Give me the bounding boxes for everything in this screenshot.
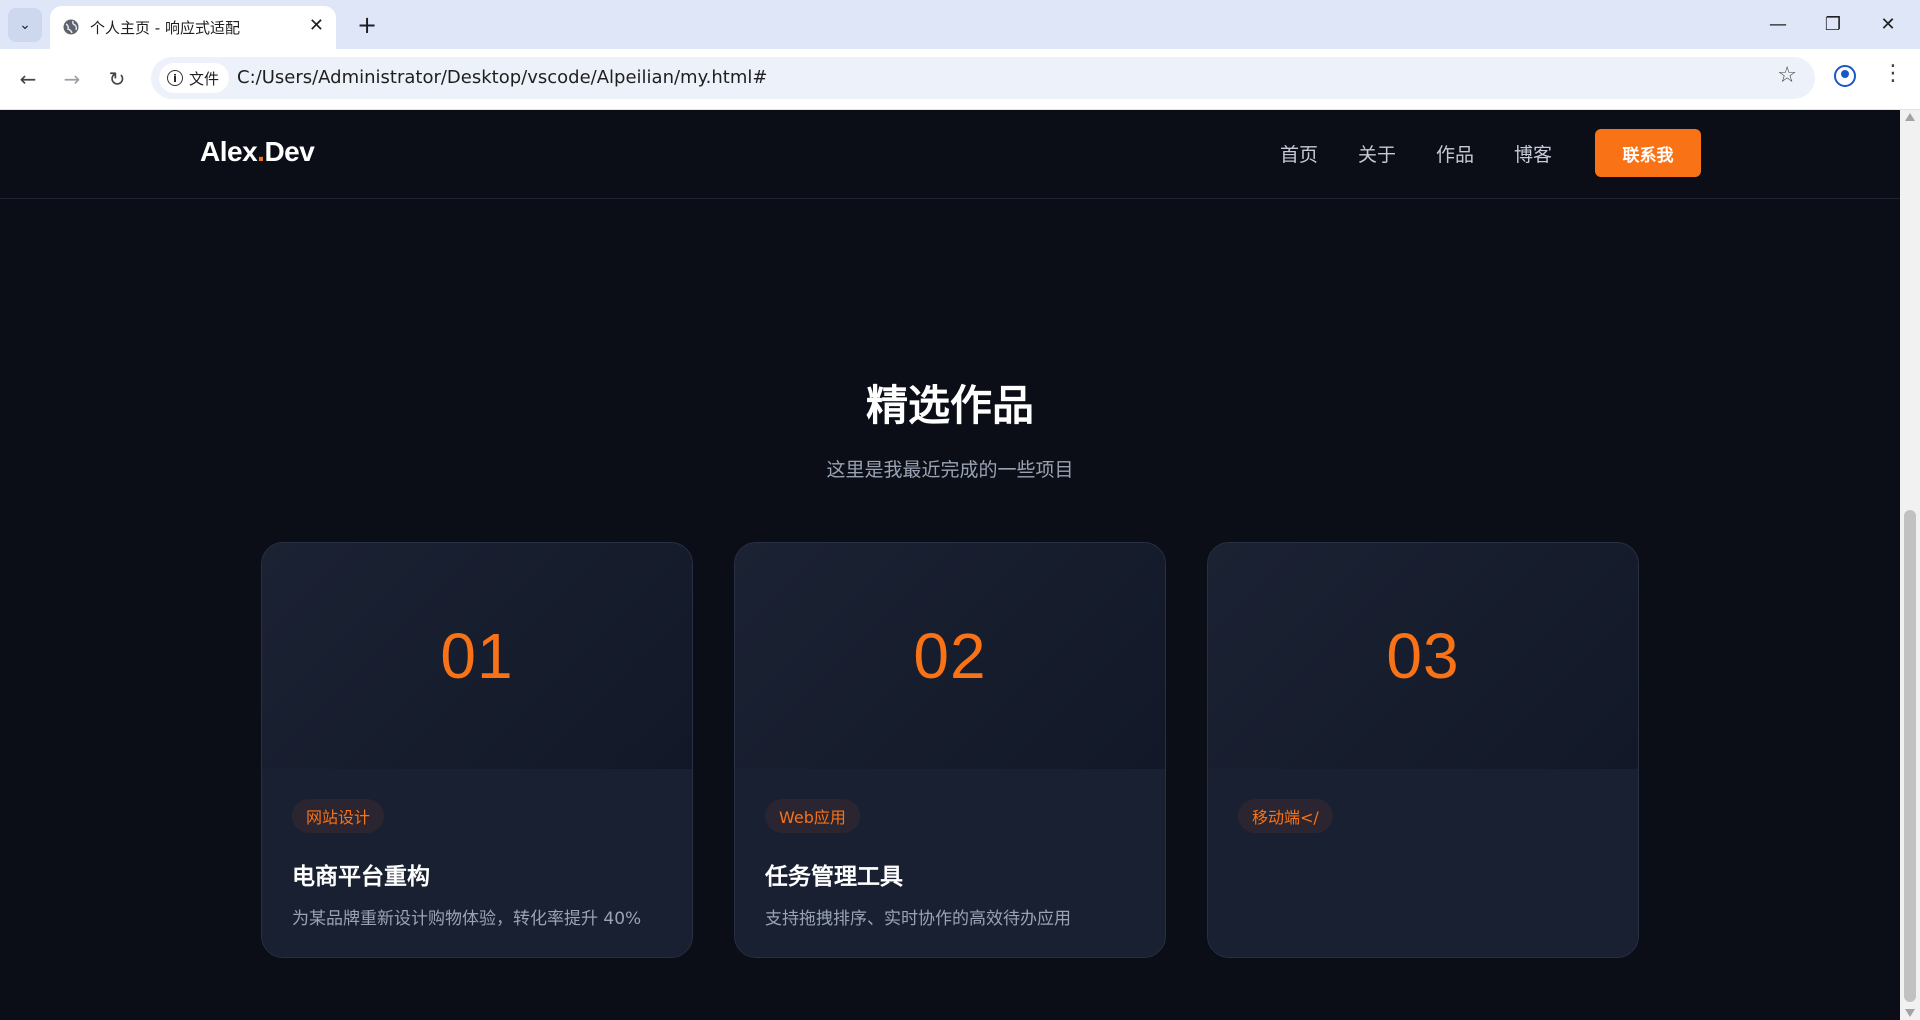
close-window-button[interactable]: ✕ bbox=[1866, 8, 1910, 40]
scrollbar-thumb[interactable] bbox=[1904, 510, 1916, 1002]
card-title: 任务管理工具 bbox=[765, 864, 903, 890]
nav-link-blog[interactable]: 博客 bbox=[1514, 140, 1552, 167]
nav-link-works[interactable]: 作品 bbox=[1436, 140, 1474, 167]
page-scrollbar[interactable] bbox=[1900, 110, 1920, 1020]
address-bar[interactable]: i 文件 C:/Users/Administrator/Desktop/vsco… bbox=[151, 57, 1815, 99]
card-title: 电商平台重构 bbox=[292, 864, 430, 890]
forward-arrow-icon[interactable]: → bbox=[58, 65, 86, 93]
card-tag: Web应用 bbox=[765, 799, 860, 833]
logo-suffix: Dev bbox=[264, 136, 315, 167]
card-cover: 01 bbox=[262, 543, 692, 769]
minimize-button[interactable]: — bbox=[1756, 8, 1800, 40]
card-number: 01 bbox=[440, 620, 514, 692]
restore-button[interactable]: ❐ bbox=[1811, 8, 1855, 40]
card-description: 支持拖拽排序、实时协作的高效待办应用 bbox=[765, 909, 1071, 929]
browser-tab[interactable]: 个人主页 - 响应式适配 ✕ bbox=[50, 6, 336, 49]
nav-link-about[interactable]: 关于 bbox=[1358, 140, 1396, 167]
page-viewport: Alex.Dev 首页 关于 作品 博客 联系我 精选作品 这里是我最近完成的一… bbox=[0, 110, 1900, 1020]
back-arrow-icon[interactable]: ← bbox=[14, 65, 42, 93]
scroll-down-arrow-icon[interactable] bbox=[1905, 1009, 1915, 1017]
card-body: 移动端</ bbox=[1208, 769, 1638, 957]
tab-title: 个人主页 - 响应式适配 bbox=[90, 19, 240, 37]
browser-toolbar: ← → ↻ i 文件 C:/Users/Administrator/Deskto… bbox=[0, 49, 1920, 110]
section-title: 精选作品 bbox=[865, 381, 1034, 430]
bookmark-star-icon[interactable]: ☆ bbox=[1777, 63, 1797, 88]
close-tab-icon[interactable]: ✕ bbox=[309, 15, 324, 36]
browser-tab-bar: ⌄ 个人主页 - 响应式适配 ✕ + — ❐ ✕ bbox=[0, 0, 1920, 49]
project-card[interactable]: 02 Web应用 任务管理工具 支持拖拽排序、实时协作的高效待办应用 bbox=[734, 542, 1166, 958]
project-card[interactable]: 03 移动端</ bbox=[1207, 542, 1639, 958]
globe-icon bbox=[63, 19, 79, 35]
card-body: 网站设计 电商平台重构 为某品牌重新设计购物体验，转化率提升 40% bbox=[262, 769, 692, 957]
card-description: 为某品牌重新设计购物体验，转化率提升 40% bbox=[292, 909, 642, 929]
card-tag: 网站设计 bbox=[292, 799, 385, 833]
new-tab-button[interactable]: + bbox=[352, 10, 382, 40]
tab-search-button[interactable]: ⌄ bbox=[8, 8, 42, 42]
profile-icon[interactable] bbox=[1834, 65, 1856, 87]
card-cover: 03 bbox=[1208, 543, 1638, 769]
logo-text: Alex bbox=[200, 136, 258, 167]
project-card[interactable]: 01 网站设计 电商平台重构 为某品牌重新设计购物体验，转化率提升 40% bbox=[261, 542, 693, 958]
site-chip-label: 文件 bbox=[189, 69, 220, 88]
card-body: Web应用 任务管理工具 支持拖拽排序、实时协作的高效待办应用 bbox=[735, 769, 1165, 957]
card-number: 02 bbox=[913, 620, 987, 692]
site-header: Alex.Dev 首页 关于 作品 博客 联系我 bbox=[0, 110, 1900, 199]
contact-button[interactable]: 联系我 bbox=[1595, 129, 1701, 177]
scroll-up-arrow-icon[interactable] bbox=[1905, 113, 1915, 121]
card-number: 03 bbox=[1386, 620, 1460, 692]
info-icon: i bbox=[167, 70, 183, 86]
site-info-chip[interactable]: i 文件 bbox=[159, 63, 230, 93]
menu-dots-icon[interactable]: ⋮ bbox=[1882, 63, 1904, 85]
reload-icon[interactable]: ↻ bbox=[103, 65, 131, 93]
site-logo[interactable]: Alex.Dev bbox=[200, 136, 315, 168]
card-tag: 移动端</ bbox=[1238, 799, 1333, 833]
url-text[interactable]: C:/Users/Administrator/Desktop/vscode/Al… bbox=[237, 67, 767, 88]
nav-link-home[interactable]: 首页 bbox=[1280, 140, 1318, 167]
card-cover: 02 bbox=[735, 543, 1165, 769]
section-subtitle: 这里是我最近完成的一些项目 bbox=[826, 459, 1074, 481]
chevron-down-icon: ⌄ bbox=[19, 17, 31, 33]
site-nav-links: 首页 关于 作品 博客 bbox=[1280, 140, 1552, 167]
